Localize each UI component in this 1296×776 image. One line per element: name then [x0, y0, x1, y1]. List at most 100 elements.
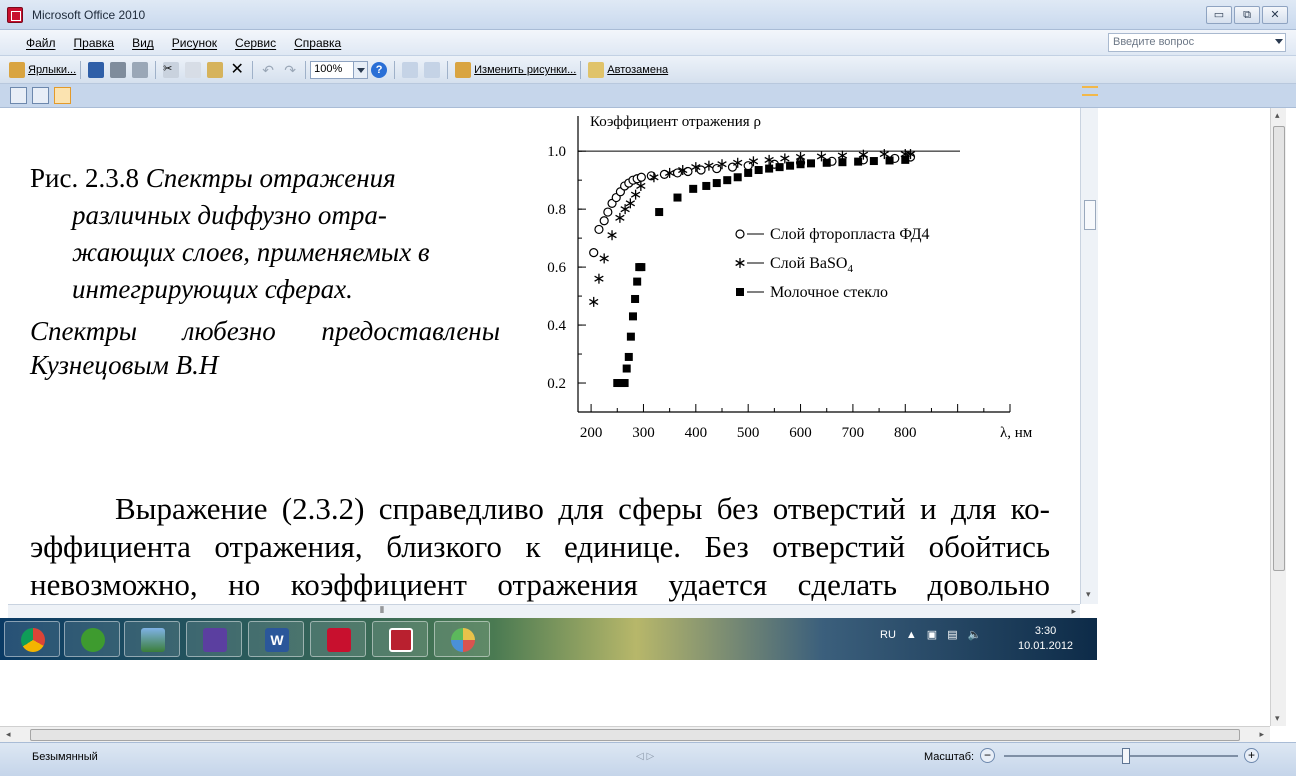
rotate-left-icon[interactable] — [402, 62, 419, 78]
chart-title: Коэффициент отражения ρ — [590, 114, 761, 130]
volume-icon[interactable]: 🔈 — [968, 628, 982, 641]
scroll-up-icon[interactable]: ▴ — [1275, 110, 1280, 121]
y-tick-label: 1.0 — [547, 144, 566, 160]
y-tick-label: 0.2 — [547, 376, 566, 392]
windows-taskbar: W RU ▲ ▣ ▤ 🔈 3:30 10.01.2012 — [0, 618, 1097, 660]
menu-tools[interactable]: Сервис — [226, 36, 285, 50]
scroll-grip-icon: ⦀ — [380, 605, 384, 615]
print-preview-icon[interactable] — [132, 62, 149, 78]
picture-vertical-scrollbar[interactable]: ▾ — [1080, 108, 1098, 604]
zoom-label: Масштаб: — [924, 751, 975, 763]
data-point-square — [655, 208, 664, 217]
edit-pictures-icon — [455, 62, 472, 78]
menu-picture[interactable]: Рисунок — [163, 36, 226, 50]
caption-line-3: жающих слоев, применяемых в — [72, 237, 430, 267]
help-icon[interactable]: ? — [371, 62, 388, 78]
thumbnail-view-icon[interactable] — [10, 87, 27, 104]
picture-horizontal-scrollbar[interactable]: ⦀ ▸ — [8, 604, 1080, 618]
scroll-down-icon[interactable]: ▾ — [1275, 713, 1280, 724]
edit-pictures-button[interactable]: Изменить рисунки... — [474, 64, 576, 76]
print-icon[interactable] — [110, 62, 127, 78]
data-point-circle — [696, 165, 706, 175]
toolbar-separator — [580, 61, 582, 79]
restore-button[interactable]: ⧉ — [1234, 6, 1260, 24]
office-icon — [389, 628, 413, 652]
data-point-square — [702, 181, 711, 190]
redo-icon[interactable]: ↷ — [282, 62, 298, 78]
y-tick-label: 0.4 — [547, 318, 566, 334]
zoom-slider-knob[interactable] — [1121, 748, 1130, 764]
system-clock[interactable]: 3:30 10.01.2012 — [1018, 624, 1073, 654]
y-tick-label: 0.8 — [547, 202, 566, 218]
save-icon[interactable] — [88, 62, 105, 78]
legend-label: Слой фторопласта ФД4 — [770, 226, 930, 243]
data-point-circle — [636, 172, 646, 182]
paste-icon[interactable] — [207, 62, 224, 78]
shortcuts-button[interactable]: Ярлыки... — [28, 64, 76, 76]
window-vertical-scrollbar[interactable]: ▴ ▾ — [1270, 108, 1286, 726]
taskbar-acrobat[interactable] — [310, 621, 366, 657]
legend-label: Молочное стекло — [770, 284, 888, 301]
clock-date: 10.01.2012 — [1018, 640, 1074, 652]
display-icon[interactable]: ▤ — [947, 628, 957, 641]
taskbar-picture-manager[interactable] — [124, 621, 180, 657]
x-tick-label: 400 — [685, 425, 708, 441]
data-point-asterisk — [594, 273, 604, 284]
menu-view[interactable]: Вид — [123, 36, 163, 50]
acrobat-icon — [327, 628, 351, 652]
zoom-in-icon[interactable]: + — [1244, 748, 1259, 763]
language-indicator[interactable]: RU — [880, 629, 896, 641]
data-point-square — [736, 288, 744, 296]
scroll-right-icon[interactable]: ▸ — [1071, 606, 1076, 617]
chevron-down-icon[interactable] — [1275, 39, 1283, 44]
taskbar-word[interactable]: W — [248, 621, 304, 657]
rotate-right-icon[interactable] — [424, 62, 441, 78]
network-icon[interactable]: ▣ — [927, 628, 937, 641]
window-horizontal-scroll-thumb[interactable] — [30, 729, 1240, 741]
data-point-square — [673, 193, 682, 202]
cut-icon[interactable]: ✂ — [163, 62, 180, 78]
single-picture-view-icon[interactable] — [54, 87, 71, 104]
taskbar-chrome[interactable] — [4, 621, 60, 657]
taskbar-notepad[interactable] — [186, 621, 242, 657]
window-horizontal-scrollbar[interactable]: ◂ ▸ — [0, 726, 1270, 742]
taskbar-paint[interactable] — [434, 621, 490, 657]
data-point-circle — [599, 216, 609, 226]
delete-icon[interactable]: ✕ — [229, 62, 245, 78]
data-point-square — [786, 161, 795, 170]
caption-line-1: Спектры отражения — [145, 163, 396, 193]
toolbar-separator — [447, 61, 449, 79]
show-hidden-icons-icon[interactable]: ▲ — [906, 629, 917, 641]
data-point-square — [622, 364, 631, 373]
scroll-right-icon[interactable]: ▸ — [1259, 729, 1264, 740]
split-handle[interactable] — [1082, 86, 1098, 96]
zoom-combobox[interactable]: 100% — [310, 61, 355, 79]
minimize-button[interactable]: ▭ — [1206, 6, 1232, 24]
autocorrect-icon — [588, 62, 605, 78]
data-point-square — [626, 332, 635, 341]
scroll-left-icon[interactable]: ◂ — [6, 729, 11, 740]
page-navigation-icon[interactable]: ◁ ▷ — [636, 751, 654, 762]
taskbar-office[interactable] — [372, 621, 428, 657]
zoom-out-icon[interactable]: − — [980, 748, 995, 763]
filmstrip-view-icon[interactable] — [32, 87, 49, 104]
window-vertical-scroll-thumb[interactable] — [1273, 126, 1285, 571]
menu-file[interactable]: Файл — [8, 36, 65, 50]
data-point-square — [633, 277, 642, 286]
taskbar-utorrent[interactable] — [64, 621, 120, 657]
picture-vertical-scroll-thumb[interactable] — [1084, 200, 1096, 230]
data-point-square — [637, 263, 646, 272]
data-point-asterisk — [630, 189, 641, 200]
close-button[interactable]: ✕ — [1262, 6, 1288, 24]
menu-help[interactable]: Справка — [285, 36, 350, 50]
copy-icon[interactable] — [185, 62, 202, 78]
x-axis-label: λ, нм — [1000, 425, 1033, 441]
scroll-down-icon[interactable]: ▾ — [1086, 589, 1091, 600]
help-question-input[interactable]: Введите вопрос — [1108, 33, 1286, 52]
autocorrect-button[interactable]: Автозамена — [607, 64, 668, 76]
menu-edit[interactable]: Правка — [65, 36, 124, 50]
zoom-dropdown-button[interactable] — [354, 61, 369, 79]
undo-icon[interactable]: ↶ — [260, 62, 276, 78]
data-point-circle — [589, 248, 599, 258]
data-point-asterisk — [599, 253, 609, 264]
